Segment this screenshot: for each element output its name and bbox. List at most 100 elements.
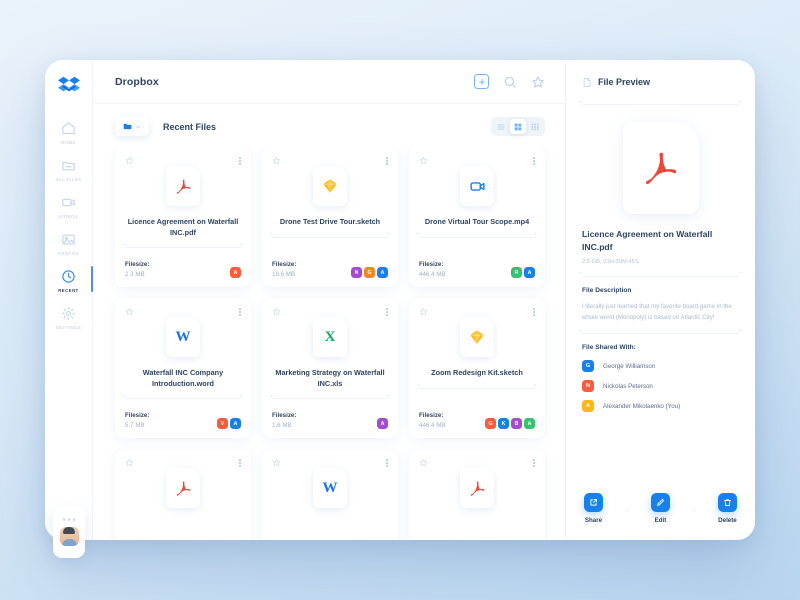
- sidebar-item-label: HOME: [61, 140, 76, 145]
- file-card[interactable]: Drone Virtual Tour Scope.mp4 Filesize: 4…: [409, 147, 545, 287]
- shared-avatar[interactable]: A: [377, 267, 388, 278]
- more-options-icon[interactable]: [533, 307, 535, 316]
- file-card[interactable]: [115, 449, 251, 540]
- card-footer: Filesize: 446.4 MB RA: [419, 261, 535, 278]
- filesize-label: Filesize:: [272, 261, 297, 268]
- more-options-icon[interactable]: [239, 307, 241, 316]
- shared-avatar[interactable]: A: [524, 267, 535, 278]
- sidebar-item-photos[interactable]: PHOTOS: [45, 225, 92, 262]
- file-card[interactable]: Drone Test Drive Tour.sketch Filesize: 1…: [262, 147, 398, 287]
- star-icon[interactable]: [419, 307, 428, 316]
- file-card[interactable]: W Waterfall INC Company Introduction.wor…: [115, 298, 251, 438]
- topbar: Dropbox: [93, 60, 565, 104]
- file-name: Waterfall INC Company Introduction.word: [142, 368, 224, 388]
- more-options-icon[interactable]: [386, 307, 388, 316]
- shared-avatar[interactable]: G: [364, 267, 375, 278]
- card-header: [125, 156, 241, 165]
- plus-separator: +: [692, 508, 696, 515]
- file-icon-wrap: [419, 317, 535, 357]
- shared-user-name: Nickolas Peterson: [603, 382, 653, 390]
- star-icon[interactable]: [531, 75, 545, 89]
- plus-separator: +: [625, 508, 629, 515]
- star-icon[interactable]: [419, 156, 428, 165]
- more-options-icon[interactable]: [62, 518, 76, 521]
- more-options-icon[interactable]: [386, 156, 388, 165]
- card-header: [272, 156, 388, 165]
- more-options-icon[interactable]: [239, 156, 241, 165]
- compact-grid-icon[interactable]: [527, 119, 543, 134]
- card-header: [125, 307, 241, 316]
- preview-thumbnail[interactable]: [622, 122, 699, 214]
- shared-with-list: G George Williamson N Nickolas Peterson …: [582, 360, 739, 413]
- shared-user-row[interactable]: N Nickolas Peterson: [582, 380, 739, 393]
- file-name: Zoom Redesign Kit.sketch: [431, 368, 523, 377]
- sidebar-item-home[interactable]: HOME: [45, 114, 92, 151]
- card-footer: Filesize: 18.6 MB NGA: [272, 261, 388, 278]
- avatar[interactable]: [59, 526, 79, 546]
- edit-button[interactable]: Edit: [650, 493, 670, 524]
- shared-avatar[interactable]: A: [230, 267, 241, 278]
- file-card[interactable]: [409, 449, 545, 540]
- user-profile-card[interactable]: [53, 506, 85, 558]
- shared-avatar[interactable]: A: [377, 418, 388, 429]
- sidebar-item-label: SETTINGS: [55, 325, 82, 330]
- file-name: Drone Test Drive Tour.sketch: [279, 217, 381, 226]
- sidebar-item-recent[interactable]: RECENT: [45, 262, 93, 299]
- shared-user-name: Alexander Mikolaenko (You): [603, 402, 681, 410]
- main-content: Dropbox Recent Files Licence Agreement o…: [93, 60, 565, 540]
- star-icon[interactable]: [125, 307, 134, 316]
- shared-user-row[interactable]: G George Williamson: [582, 360, 739, 373]
- preview-thumbnail-wrap: [582, 105, 739, 228]
- more-options-icon[interactable]: [386, 458, 388, 467]
- topbar-actions: [474, 74, 545, 89]
- chevron-down-icon: [135, 124, 141, 130]
- shared-avatar[interactable]: V: [217, 418, 228, 429]
- file-card[interactable]: Zoom Redesign Kit.sketch Filesize: 446.4…: [409, 298, 545, 438]
- search-icon[interactable]: [503, 75, 517, 89]
- star-icon[interactable]: [125, 458, 134, 467]
- folder-icon: [123, 122, 132, 131]
- shared-avatar[interactable]: B: [511, 418, 522, 429]
- star-icon[interactable]: [272, 458, 281, 467]
- sidebar-item-all-files[interactable]: ALL FILES: [45, 151, 92, 188]
- more-options-icon[interactable]: [239, 458, 241, 467]
- file-card[interactable]: W: [262, 449, 398, 540]
- file-card[interactable]: Licence Agreement on Waterfall INC.pdf F…: [115, 147, 251, 287]
- divider: [417, 232, 537, 238]
- folder-dropdown[interactable]: [115, 117, 149, 136]
- grid-icon[interactable]: [510, 119, 526, 134]
- shared-avatar[interactable]: A: [524, 418, 535, 429]
- file-type-icon: W: [313, 468, 347, 508]
- shared-user-row[interactable]: A Alexander Mikolaenko (You): [582, 400, 739, 413]
- file-card[interactable]: X Marketing Strategy on Waterfall INC.xl…: [262, 298, 398, 438]
- filesize-value: 446.4 MB: [419, 422, 446, 429]
- list-icon[interactable]: [493, 119, 509, 134]
- divider: [579, 100, 742, 106]
- star-icon[interactable]: [125, 156, 134, 165]
- add-box-icon[interactable]: [474, 74, 489, 89]
- preview-actions: Share + Edit + Delete: [582, 481, 739, 540]
- toolbar: Recent Files: [93, 104, 565, 147]
- file-grid-scroll[interactable]: Licence Agreement on Waterfall INC.pdf F…: [93, 147, 565, 540]
- sidebar-item-videos[interactable]: VIDEOS: [45, 188, 92, 225]
- share-button[interactable]: Share: [584, 493, 603, 524]
- more-options-icon[interactable]: [533, 458, 535, 467]
- file-icon-wrap: [419, 166, 535, 206]
- shared-avatar[interactable]: K: [498, 418, 509, 429]
- shared-avatar[interactable]: R: [511, 267, 522, 278]
- avatar: A: [582, 400, 594, 413]
- shared-avatar[interactable]: A: [230, 418, 241, 429]
- more-options-icon[interactable]: [533, 156, 535, 165]
- gear-icon: [61, 306, 76, 321]
- star-icon[interactable]: [272, 156, 281, 165]
- shared-avatar[interactable]: G: [485, 418, 496, 429]
- star-icon[interactable]: [272, 307, 281, 316]
- star-icon[interactable]: [419, 458, 428, 467]
- delete-button[interactable]: Delete: [717, 493, 737, 524]
- card-header: [272, 458, 388, 467]
- action-label: Edit: [654, 517, 667, 524]
- filesize-value: 2.3 MB: [125, 271, 145, 278]
- trash-icon: [717, 493, 737, 512]
- sidebar-item-settings[interactable]: SETTINGS: [45, 299, 92, 336]
- shared-avatar[interactable]: N: [351, 267, 362, 278]
